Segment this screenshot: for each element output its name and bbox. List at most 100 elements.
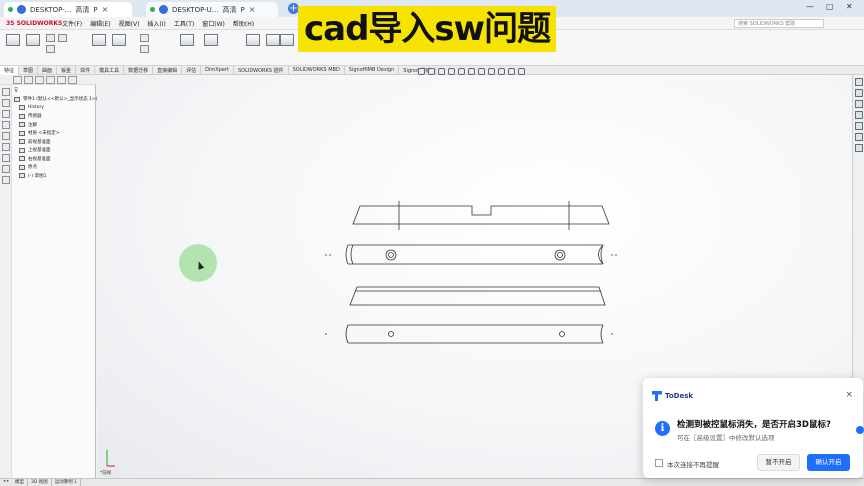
menu-help[interactable]: 帮助(H) bbox=[229, 19, 258, 28]
tab-close-icon[interactable]: × bbox=[249, 5, 256, 14]
mirror-tool-icon[interactable] bbox=[2, 165, 10, 173]
tab-addins[interactable]: SOLIDWORKS 插件 bbox=[234, 66, 289, 75]
tab-features[interactable]: 特征 bbox=[0, 66, 20, 75]
sweep-icon[interactable] bbox=[46, 34, 55, 42]
tree-filter-row[interactable]: ⊽ bbox=[14, 87, 96, 94]
extrude-cut-icon[interactable] bbox=[92, 34, 106, 46]
fillet-icon[interactable] bbox=[180, 34, 194, 46]
floating-assistant-icon[interactable] bbox=[856, 426, 864, 434]
tree-item-sensors[interactable]: 传感器 bbox=[14, 113, 96, 120]
tab-dimxpert[interactable]: DimXpert bbox=[201, 66, 234, 75]
sketch-end-arc bbox=[350, 244, 354, 265]
hide-show-items-icon[interactable] bbox=[488, 68, 495, 75]
video-title-overlay: cad导入sw问题 bbox=[298, 6, 557, 52]
display-style-icon[interactable] bbox=[478, 68, 485, 75]
tree-item-sketch1[interactable]: (-) 草图1 bbox=[14, 172, 96, 179]
reference-geometry-icon[interactable] bbox=[246, 34, 260, 46]
relations-tool-icon[interactable] bbox=[2, 176, 10, 184]
apply-scene-icon[interactable] bbox=[508, 68, 515, 75]
tab-mbd[interactable]: SOLIDWORKS MBD bbox=[289, 66, 345, 75]
tree-item-history[interactable]: History bbox=[14, 104, 96, 111]
tab-evaluate[interactable]: 评估 bbox=[182, 66, 202, 75]
tab-scroll-arrows[interactable]: ◂ ▸ bbox=[0, 479, 12, 486]
previous-view-icon[interactable] bbox=[438, 68, 445, 75]
configuration-manager-tab-icon[interactable] bbox=[35, 76, 44, 84]
tab-surfaces[interactable]: 曲面 bbox=[38, 66, 58, 75]
smart-dimension-icon[interactable] bbox=[2, 99, 10, 107]
not-now-button[interactable]: 暂不开启 bbox=[757, 454, 800, 471]
file-explorer-icon[interactable] bbox=[855, 100, 863, 108]
view-settings-icon[interactable] bbox=[518, 68, 525, 75]
tab-close-icon[interactable]: × bbox=[102, 5, 109, 14]
dont-remind-checkbox[interactable] bbox=[655, 459, 663, 467]
line-tool-icon[interactable] bbox=[2, 110, 10, 118]
zoom-to-area-icon[interactable] bbox=[428, 68, 435, 75]
view-orientation-icon[interactable] bbox=[468, 68, 475, 75]
display-manager-tab-icon[interactable] bbox=[57, 76, 66, 84]
section-view-icon[interactable] bbox=[448, 68, 455, 75]
filter-icon[interactable]: ⊽ bbox=[14, 87, 18, 94]
revolve-boss-icon[interactable] bbox=[26, 34, 40, 46]
menu-view[interactable]: 视图(V) bbox=[115, 19, 144, 28]
tab-mold-tools[interactable]: 模具工具 bbox=[95, 66, 125, 75]
tab-signoff-design[interactable]: SignoffIMB Design bbox=[345, 66, 400, 75]
sweep-cut-icon[interactable] bbox=[140, 34, 149, 42]
loft-icon[interactable] bbox=[46, 45, 55, 53]
custom-properties-icon[interactable] bbox=[855, 133, 863, 141]
arc-tool-icon[interactable] bbox=[2, 143, 10, 151]
tree-item-right-plane[interactable]: 右视基准面 bbox=[14, 155, 96, 162]
maximize-icon[interactable]: ▢ bbox=[826, 2, 834, 11]
trim-tool-icon[interactable] bbox=[2, 154, 10, 162]
circle-tool-icon[interactable] bbox=[2, 132, 10, 140]
tab-data-migration[interactable]: 数据迁移 bbox=[124, 66, 154, 75]
dynamic-annotation-icon[interactable] bbox=[458, 68, 465, 75]
rectangle-tool-icon[interactable] bbox=[2, 121, 10, 129]
design-library-icon[interactable] bbox=[855, 89, 863, 97]
close-icon[interactable]: × bbox=[845, 390, 853, 400]
3d-views-tab[interactable]: 3D 视图 bbox=[28, 479, 52, 486]
menu-tools[interactable]: 工具(T) bbox=[170, 19, 198, 28]
help-search-input[interactable]: 搜索 SOLIDWORKS 帮助 bbox=[734, 19, 824, 28]
dimxpert-manager-tab-icon[interactable] bbox=[46, 76, 55, 84]
browser-tab-1[interactable]: DESKTOP-... 高清 P × bbox=[4, 2, 132, 17]
solidworks-resources-icon[interactable] bbox=[855, 78, 863, 86]
confirm-enable-button[interactable]: 确认开启 bbox=[807, 454, 850, 471]
tree-item-front-plane[interactable]: 前视基准面 bbox=[14, 138, 96, 145]
minimize-icon[interactable]: — bbox=[806, 2, 814, 11]
tree-item-annotations[interactable]: 注解 bbox=[14, 121, 96, 128]
hole-wizard-icon[interactable] bbox=[112, 34, 126, 46]
tree-item-top-plane[interactable]: 上视基准面 bbox=[14, 147, 96, 154]
menu-insert[interactable]: 插入(I) bbox=[143, 19, 169, 28]
motion-study-tab[interactable]: 运动算例 1 bbox=[52, 479, 82, 486]
sketch-tool-icon[interactable] bbox=[2, 88, 10, 96]
tree-item-origin[interactable]: 原点 bbox=[14, 164, 96, 171]
linear-pattern-icon[interactable] bbox=[204, 34, 218, 46]
zoom-to-fit-icon[interactable] bbox=[418, 68, 425, 75]
tab-direct-editing[interactable]: 直接编辑 bbox=[153, 66, 183, 75]
view-palette-icon[interactable] bbox=[855, 111, 863, 119]
model-tab[interactable]: 模型 bbox=[12, 479, 28, 486]
cam-tab-icon[interactable] bbox=[68, 76, 77, 84]
tab-weldments[interactable]: 焊件 bbox=[76, 66, 96, 75]
browser-tab-2[interactable]: DESKTOP-U... 高清 P × bbox=[146, 2, 278, 17]
property-manager-tab-icon[interactable] bbox=[24, 76, 33, 84]
tree-root[interactable]: 零件1 (默认<<默认>_显示状态 1>) bbox=[14, 96, 97, 103]
instant3d-icon[interactable] bbox=[280, 34, 294, 46]
menu-file[interactable]: 文件(F) bbox=[58, 19, 86, 28]
close-window-icon[interactable]: ✕ bbox=[846, 2, 853, 11]
boundary-icon[interactable] bbox=[58, 34, 67, 42]
dont-remind-label[interactable]: 本次连接不再提醒 bbox=[667, 459, 719, 469]
forum-icon[interactable] bbox=[855, 144, 863, 152]
feature-tree-tab-icon[interactable] bbox=[13, 76, 22, 84]
tab-sheet-metal[interactable]: 钣金 bbox=[57, 66, 77, 75]
curves-icon[interactable] bbox=[266, 34, 280, 46]
tree-item-material[interactable]: 材质 <未指定> bbox=[14, 130, 96, 137]
loft-cut-icon[interactable] bbox=[140, 45, 149, 53]
status-bar: ◂ ▸ 模型 3D 视图 运动算例 1 bbox=[0, 478, 864, 486]
menu-edit[interactable]: 编辑(E) bbox=[86, 19, 114, 28]
tab-sketch[interactable]: 草图 bbox=[19, 66, 39, 75]
edit-appearance-icon[interactable] bbox=[498, 68, 505, 75]
menu-window[interactable]: 窗口(W) bbox=[198, 19, 229, 28]
appearances-icon[interactable] bbox=[855, 122, 863, 130]
extrude-boss-icon[interactable] bbox=[6, 34, 20, 46]
